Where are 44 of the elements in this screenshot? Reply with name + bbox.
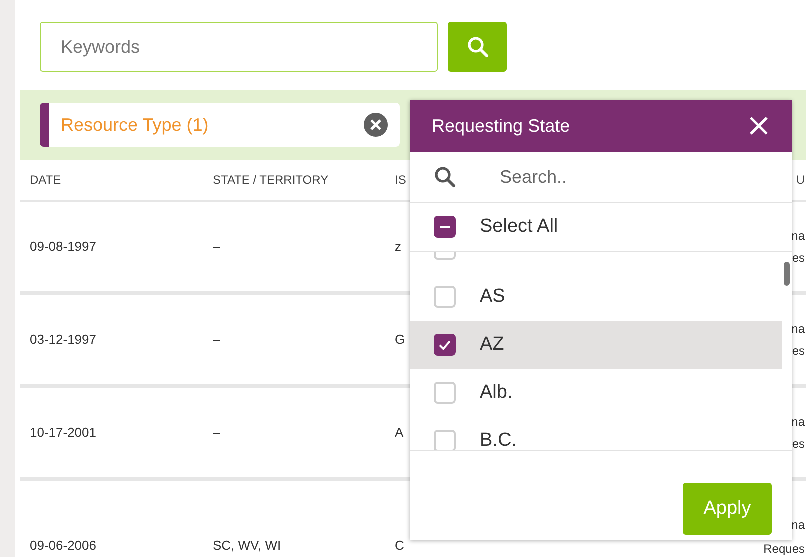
state-cell: –: [213, 332, 220, 347]
keywords-field[interactable]: Keywords: [40, 22, 438, 72]
state-cell: –: [213, 239, 220, 254]
table-cell-text: Reques: [764, 541, 805, 557]
option-label: Alb.: [480, 382, 513, 404]
table-cell-text: na: [792, 228, 805, 244]
list-option[interactable]: AS: [410, 273, 782, 321]
option-label: AS: [480, 286, 506, 308]
date-cell: 09-06-2006: [30, 538, 96, 553]
table-cell: z: [395, 239, 402, 254]
column-header: DATE: [30, 173, 62, 187]
table-cell-text: na: [792, 414, 805, 430]
column-header: U: [796, 173, 806, 187]
table-cell: A: [395, 425, 404, 440]
option-label: Select All: [480, 216, 558, 238]
column-header: STATE / TERRITORY: [213, 173, 329, 187]
clear-icon[interactable]: [364, 113, 388, 137]
search-icon: [466, 36, 488, 58]
scrollbar-thumb[interactable]: [784, 262, 790, 286]
list-option[interactable]: AZ: [410, 321, 782, 369]
checkbox[interactable]: [434, 216, 456, 238]
column-header: IS: [395, 173, 406, 187]
search-icon: [434, 166, 456, 188]
search-button[interactable]: [448, 22, 507, 72]
table-cell-text: es: [792, 436, 805, 452]
table-cell-text: es: [792, 342, 805, 360]
state-cell: SC, WV, WI: [213, 538, 282, 553]
option-label: B.C.: [480, 430, 517, 450]
date-cell: 03-12-1997: [30, 332, 96, 347]
popover-title: Requesting State: [432, 116, 570, 136]
option-label: AZ: [480, 334, 504, 356]
state-cell: –: [213, 425, 220, 440]
date-cell: 09-08-1997: [30, 239, 96, 254]
checkbox[interactable]: [434, 334, 456, 356]
table-cell-text: na: [792, 517, 805, 534]
list-option[interactable]: Alb.: [410, 369, 782, 417]
table-cell: G: [395, 332, 406, 347]
list-option[interactable]: B.C.: [410, 417, 782, 450]
close-icon[interactable]: [750, 117, 768, 135]
date-cell: 10-17-2001: [30, 425, 96, 440]
table-cell-text: na: [792, 320, 805, 338]
filter-label: Resource Type (1): [61, 114, 209, 136]
table-cell: C: [395, 538, 404, 553]
table-cell-text: es: [792, 250, 805, 266]
